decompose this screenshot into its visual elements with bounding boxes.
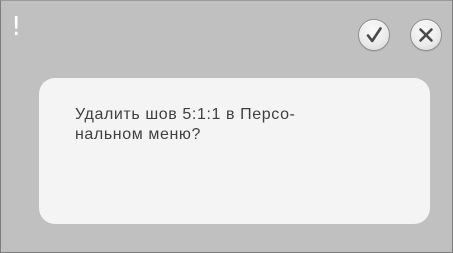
- dialog-message: Удалить шов 5:1:1 в Персо- нальном меню?: [75, 106, 296, 143]
- close-icon: [419, 28, 433, 42]
- message-panel: Удалить шов 5:1:1 в Персо- нальном меню?: [39, 78, 430, 224]
- confirm-dialog: ! Удалить шов 5:1:1 в Персо- нальном мен…: [0, 0, 453, 253]
- close-button[interactable]: [410, 19, 442, 51]
- checkmark-icon: [366, 27, 382, 43]
- confirm-button[interactable]: [358, 19, 390, 51]
- exclamation-icon: !: [11, 12, 22, 42]
